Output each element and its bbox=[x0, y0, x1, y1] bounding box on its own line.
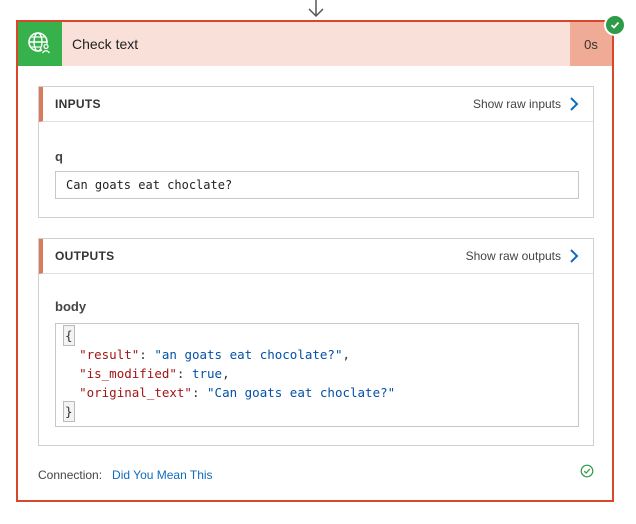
json-key: "result" bbox=[79, 347, 140, 362]
json-value: "an goats eat chocolate?" bbox=[154, 347, 343, 362]
show-raw-inputs-link[interactable]: Show raw inputs bbox=[473, 96, 579, 112]
show-raw-inputs-label: Show raw inputs bbox=[472, 97, 561, 111]
output-field-label: body bbox=[55, 299, 87, 314]
json-value: "Can goats eat choclate?" bbox=[207, 385, 396, 400]
outputs-section-header: OUTPUTS Show raw outputs bbox=[39, 239, 593, 274]
json-open-brace: { bbox=[63, 325, 75, 346]
success-check-icon bbox=[604, 14, 626, 36]
json-close-brace: } bbox=[63, 401, 75, 422]
connection-name-link[interactable]: Did You Mean This bbox=[112, 468, 213, 482]
json-key: "is_modified" bbox=[79, 366, 177, 381]
input-q-value[interactable]: Can goats eat choclate? bbox=[55, 171, 579, 199]
input-field-label: q bbox=[55, 149, 63, 164]
chevron-right-icon bbox=[570, 249, 579, 263]
action-header[interactable]: Check text 0s bbox=[18, 22, 612, 66]
json-key: "original_text" bbox=[79, 385, 192, 400]
show-raw-outputs-link[interactable]: Show raw outputs bbox=[466, 248, 579, 264]
json-value: true bbox=[191, 366, 223, 381]
globe-user-icon bbox=[18, 22, 62, 66]
inputs-section: INPUTS Show raw inputs q Can goats eat c… bbox=[38, 86, 594, 218]
action-card: Check text 0s INPUTS Show raw inputs q C… bbox=[16, 20, 614, 502]
connection-info: Connection: Did You Mean This bbox=[38, 468, 213, 482]
down-arrow-icon bbox=[308, 0, 324, 18]
connection-check-icon bbox=[580, 464, 594, 478]
action-title: Check text bbox=[72, 36, 139, 52]
outputs-title: OUTPUTS bbox=[55, 249, 115, 263]
show-raw-outputs-label: Show raw outputs bbox=[465, 249, 561, 263]
output-body-json[interactable]: { "result": "an goats eat chocolate?", "… bbox=[55, 323, 579, 427]
chevron-right-icon bbox=[570, 97, 579, 111]
connection-label: Connection: bbox=[38, 468, 103, 482]
inputs-title: INPUTS bbox=[55, 97, 101, 111]
inputs-section-header: INPUTS Show raw inputs bbox=[39, 87, 593, 122]
outputs-section: OUTPUTS Show raw outputs body { "result"… bbox=[38, 238, 594, 446]
